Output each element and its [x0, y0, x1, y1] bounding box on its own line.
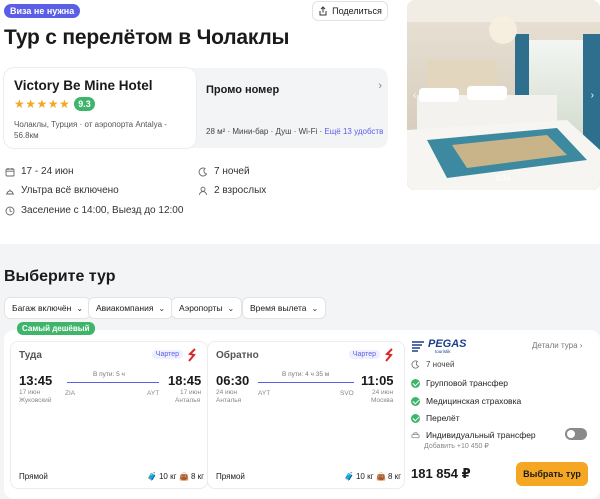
photo-counter: 4/34: [495, 174, 511, 183]
hotel-name: Victory Be Mine Hotel: [14, 78, 153, 93]
individual-transfer-price: Добавить +10 450 ₽: [424, 443, 489, 450]
car-icon: [411, 431, 420, 438]
departure-code: ZIA: [65, 390, 76, 397]
chevron-right-icon: ›: [378, 80, 382, 92]
hotel-photo[interactable]: ‹ › 4/34: [407, 0, 600, 190]
direct-flight-label: Прямой: [19, 472, 48, 481]
choose-tour-button[interactable]: Выбрать тур: [516, 462, 588, 486]
arrival-place: Анталья: [175, 397, 201, 404]
charter-badge: Чартер: [151, 350, 183, 359]
arrival-date: 17 июн: [180, 389, 202, 396]
hotel-location: Чолаклы, Турция · от аэропорта Antalya -…: [14, 120, 167, 140]
page-title: Тур с перелётом в Чолаклы: [4, 26, 290, 49]
flight-return[interactable]: Обратно Чартер 06:30 В пути: 4 ч 35 м 11…: [207, 341, 405, 489]
tour-details-link[interactable]: Детали тура ›: [532, 341, 582, 350]
cheapest-badge: Самый дешёвый: [17, 322, 95, 335]
baggage-allowance: 🧳 10 кг: [147, 472, 177, 481]
charter-badge: Чартер: [348, 350, 380, 359]
feature-flight: Перелёт: [411, 413, 460, 423]
feature-insurance: Медицинская страховка: [411, 396, 521, 406]
check-icon: [411, 378, 420, 388]
filter-airports[interactable]: Аэропорты ⌄: [171, 297, 243, 319]
share-button[interactable]: Поделиться: [312, 1, 388, 21]
hotel-card: Victory Be Mine Hotel ★★★★★ 9.3 Чолаклы,…: [4, 68, 388, 148]
route-line: [67, 382, 159, 383]
tour-nights: 7 ночей: [411, 360, 454, 369]
chevron-down-icon: ⌄: [311, 303, 319, 313]
share-label: Поделиться: [332, 6, 382, 16]
room-amenities: 28 м² · Мини-бар · Душ · Wi-Fi · Ещё 13 …: [206, 127, 384, 136]
tour-price: 181 854 ₽: [411, 466, 471, 481]
arrival-date: 24 июн: [372, 389, 394, 396]
departure-date: 17 июн: [19, 389, 41, 396]
route-line: [258, 382, 354, 383]
calendar-icon: [5, 167, 15, 176]
feature-group-transfer: Групповой трансфер: [411, 378, 508, 388]
chevron-down-icon: ⌄: [227, 303, 235, 313]
hotel-info[interactable]: Victory Be Mine Hotel ★★★★★ 9.3 Чолаклы,…: [4, 68, 196, 148]
bag-icon: 👜: [179, 472, 189, 481]
flight-duration: В пути: 5 ч: [93, 371, 125, 378]
departure-code: AYT: [258, 390, 271, 397]
room-selector[interactable]: Промо номер ›: [206, 80, 382, 98]
arrival-code: SVO: [340, 390, 354, 397]
filter-baggage[interactable]: Багаж включён ⌄: [4, 297, 92, 319]
flight-outbound[interactable]: Туда Чартер 13:45 В пути: 5 ч 18:45 ZIA …: [10, 341, 208, 489]
flight-duration: В пути: 4 ч 35 м: [282, 371, 330, 378]
handluggage-allowance: 👜 8 кг: [179, 472, 205, 481]
arrival-code: AYT: [147, 390, 160, 397]
arrival-place: Москва: [371, 397, 394, 404]
chevron-down-icon: ⌄: [158, 303, 166, 313]
suitcase-icon: 🧳: [344, 472, 354, 481]
individual-transfer-option: Индивидуальный трансфер: [411, 430, 536, 440]
departure-time: 06:30: [216, 373, 250, 388]
checkin-info: Заселение с 14:00, Выезд до 12:00: [5, 205, 183, 216]
guests-count: 2 взрослых: [198, 185, 266, 196]
nights-count: 7 ночей: [198, 166, 250, 177]
arrival-time: 18:45: [168, 373, 202, 388]
flight-direction-label: Туда: [19, 350, 42, 361]
departure-place: Жуковский: [19, 397, 52, 404]
star-rating-icon: ★★★★★: [14, 97, 71, 111]
tours-title: Выберите тур: [4, 268, 116, 285]
meal-plan: Ультра всё включено: [5, 185, 119, 196]
baggage-allowance: 🧳 10 кг: [344, 472, 374, 481]
prev-photo-icon[interactable]: ‹: [413, 90, 416, 101]
share-icon: [319, 6, 327, 16]
tour-operator-logo: PEGAS touristik: [411, 338, 471, 354]
room-title: Промо номер: [206, 84, 280, 96]
direct-flight-label: Прямой: [216, 472, 245, 481]
tour-dates: 17 - 24 июн: [5, 166, 74, 177]
check-icon: [411, 396, 420, 406]
departure-place: Анталья: [216, 397, 242, 404]
airline-logo-icon: [188, 348, 196, 362]
check-icon: [411, 413, 420, 423]
flight-direction-label: Обратно: [216, 350, 259, 361]
departure-date: 24 июн: [216, 389, 238, 396]
filter-departure-time[interactable]: Время вылета ⌄: [242, 297, 327, 319]
individual-transfer-toggle[interactable]: [565, 428, 587, 440]
arrival-time: 11:05: [361, 373, 394, 388]
clock-icon: [5, 206, 15, 215]
dish-icon: [6, 189, 14, 194]
filter-airline[interactable]: Авиакомпания ⌄: [88, 297, 174, 319]
hotel-room-image: [407, 0, 600, 190]
person-icon: [199, 186, 207, 195]
pegas-logo-icon: [412, 341, 424, 352]
next-photo-icon[interactable]: ›: [591, 90, 594, 101]
suitcase-icon: 🧳: [147, 472, 157, 481]
more-amenities-link[interactable]: Ещё 13 удобств: [324, 127, 383, 136]
review-score-badge: 9.3: [74, 97, 95, 111]
moon-icon: [411, 360, 420, 369]
bag-icon: 👜: [376, 472, 386, 481]
chevron-down-icon: ⌄: [76, 303, 84, 313]
departure-time: 13:45: [19, 373, 53, 388]
visa-badge: Виза не нужна: [4, 4, 81, 18]
airline-logo-icon: [385, 348, 393, 362]
moon-icon: [198, 167, 208, 176]
handluggage-allowance: 👜 8 кг: [376, 472, 402, 481]
